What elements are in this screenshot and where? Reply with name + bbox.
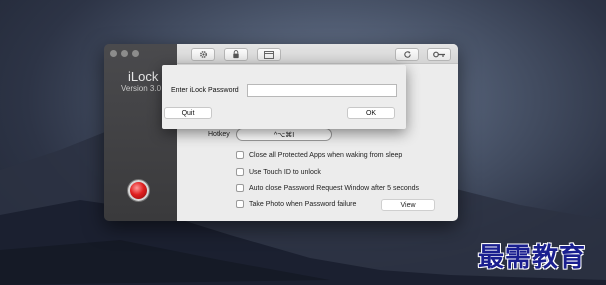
password-input[interactable] (247, 84, 397, 97)
window-icon (264, 50, 274, 59)
record-button[interactable] (128, 180, 149, 201)
minimize-window-button[interactable] (121, 50, 128, 57)
refresh-icon (403, 51, 411, 58)
gear-icon (199, 51, 207, 58)
checkbox[interactable] (236, 200, 244, 208)
quit-button[interactable]: Quit (164, 107, 212, 119)
option-touch-id[interactable]: Use Touch ID to unlock (236, 168, 321, 176)
option-label: Use Touch ID to unlock (249, 168, 321, 176)
option-label: Auto close Password Request Window after… (249, 184, 420, 192)
hotkey-field[interactable]: ^⌥⌘I (236, 128, 332, 141)
password-dialog: Enter iLock Password Quit OK (162, 65, 406, 129)
toolbar (177, 44, 458, 64)
option-take-photo[interactable]: Take Photo when Password failure (236, 200, 356, 208)
lock-tab-button[interactable] (224, 48, 248, 61)
ok-button[interactable]: OK (347, 107, 395, 119)
password-label: Enter iLock Password (171, 87, 239, 94)
hotkey-label: Hotkey (208, 131, 230, 138)
app-version: Version 3.0 (121, 84, 162, 93)
close-window-button[interactable] (110, 50, 117, 57)
option-close-on-wake[interactable]: Close all Protected Apps when waking fro… (236, 151, 402, 159)
lock-icon (233, 50, 239, 59)
option-label: Close all Protected Apps when waking fro… (249, 151, 403, 159)
watermark: 最需教育 (478, 243, 587, 273)
settings-tab-button[interactable] (191, 48, 215, 61)
view-button[interactable]: View (381, 199, 435, 211)
refresh-button[interactable] (395, 48, 419, 61)
key-button[interactable] (427, 48, 451, 61)
zoom-window-button[interactable] (132, 50, 139, 57)
checkbox[interactable] (236, 151, 244, 159)
app-name: iLock (128, 69, 159, 84)
option-auto-close[interactable]: Auto close Password Request Window after… (236, 184, 419, 192)
checkbox[interactable] (236, 168, 244, 176)
checkbox[interactable] (236, 184, 244, 192)
key-icon (432, 51, 445, 58)
option-label: Take Photo when Password failure (249, 200, 357, 208)
window-tab-button[interactable] (257, 48, 281, 61)
